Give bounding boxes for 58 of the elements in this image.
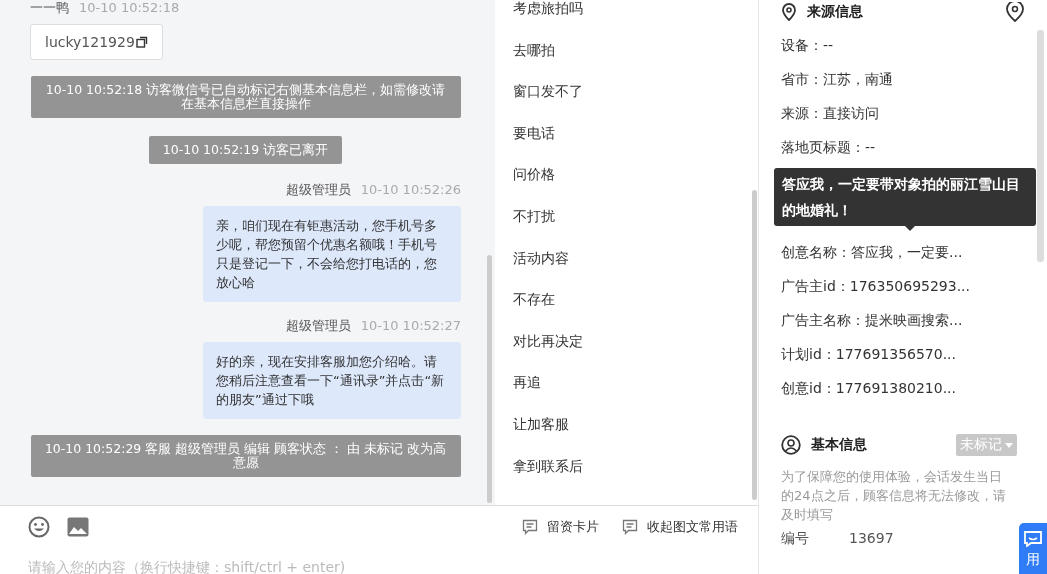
copy-icon xyxy=(135,36,148,48)
scrollbar[interactable] xyxy=(1037,30,1044,262)
toolbar-button[interactable]: 留资卡片 xyxy=(522,518,599,536)
quick-reply-item[interactable]: 去哪拍 xyxy=(495,29,758,72)
emoji-icon xyxy=(28,516,50,538)
quick-reply-item[interactable]: 活动内容 xyxy=(495,237,758,280)
info-field: 创意名称：答应我，一定要... xyxy=(781,235,1031,269)
quick-reply-item[interactable]: 要电话 xyxy=(495,112,758,155)
message-time: 10-10 10:52:26 xyxy=(360,182,461,198)
scrollbar[interactable] xyxy=(487,255,492,503)
toolbar-button[interactable]: 收起图文常用语 xyxy=(622,518,738,536)
quick-reply-item[interactable]: 不打扰 xyxy=(495,195,758,238)
wechat-id-card[interactable]: lucky121929 xyxy=(30,24,163,60)
location-pin-icon xyxy=(1005,2,1025,22)
message-bubble: 好的亲，现在安排客服加您介绍哈。请您稍后注意查看一下“通讯录”并点击“新的朋友”通过下哦 xyxy=(203,342,461,419)
quick-reply-item[interactable]: 不存在 xyxy=(495,279,758,321)
section-title: 基本信息 xyxy=(811,436,867,454)
system-message: 10-10 10:52:19 访客已离开 xyxy=(148,136,343,164)
info-note: 为了保障您的使用体验，会话发生当日的24点之后，顾客信息将无法修改，请及时填写 xyxy=(781,468,1007,524)
button-label: 用 xyxy=(1026,551,1040,569)
info-field: 广告主名称：提米映画搜索... xyxy=(781,303,1031,337)
message-icon xyxy=(622,519,638,535)
scrollbar[interactable] xyxy=(752,190,757,500)
floating-chat-button[interactable]: 用 xyxy=(1019,523,1047,574)
sender-name: 超级管理员 xyxy=(285,182,351,198)
quick-reply-item[interactable]: 再追 xyxy=(495,362,758,404)
quick-reply-item[interactable]: 对比再决定 xyxy=(495,320,758,363)
message-bubble: 亲，咱们现在有钜惠活动，您手机号多少呢，帮您预留个优惠名额哦！手机号只是登记一下，不会给您打电话的，您放心哈 xyxy=(203,206,461,302)
quick-reply-item[interactable]: 窗口发不了 xyxy=(495,71,758,113)
info-field: 创意id：177691380210... xyxy=(781,371,1031,405)
message-time: 10-10 10:52:18 xyxy=(79,0,180,16)
message-time: 10-10 10:52:27 xyxy=(360,318,461,334)
tooltip: 答应我，一定要带对象拍的丽江雪山目的地婚礼！ xyxy=(774,168,1036,226)
chat-icon xyxy=(1024,531,1042,547)
message-icon xyxy=(522,519,538,535)
system-message: 10-10 10:52:18 访客微信号已自动标记右侧基本信息栏，如需修改请在基本信息栏直接操作 xyxy=(30,76,461,118)
sender-name: 一一鸭 xyxy=(30,0,69,16)
info-field: 省市：江苏，南通 xyxy=(781,62,1031,96)
image-icon xyxy=(67,517,89,537)
field-value: 13697 xyxy=(849,530,894,548)
quick-reply-item[interactable]: 让加客服 xyxy=(495,403,758,446)
tooltip-arrow xyxy=(905,226,915,231)
section-title: 来源信息 xyxy=(807,3,863,21)
field-label: 编号 xyxy=(781,530,809,548)
user-icon xyxy=(781,435,801,455)
info-field: 设备：-- xyxy=(781,28,1031,62)
quick-reply-item[interactable]: 考虑旅拍吗 xyxy=(495,0,758,30)
info-field: 来源：直接访问 xyxy=(781,96,1031,130)
system-message: 10-10 10:52:29 客服 超级管理员 编辑 顾客状态 ： 由 未标记 改为高意愿 xyxy=(30,435,461,477)
caret-icon xyxy=(1005,442,1013,448)
info-field: 广告主id：176350695293... xyxy=(781,269,1031,303)
sender-name: 超级管理员 xyxy=(285,318,351,334)
info-field: 计划id：177691356570... xyxy=(781,337,1031,371)
location-pin-icon xyxy=(781,3,797,21)
wechat-id: lucky121929 xyxy=(45,34,135,50)
quick-reply-item[interactable]: 拿到联系后 xyxy=(495,445,758,488)
quick-reply-item[interactable]: 问价格 xyxy=(495,154,758,196)
info-field: 落地页标题：-- xyxy=(781,130,1031,164)
